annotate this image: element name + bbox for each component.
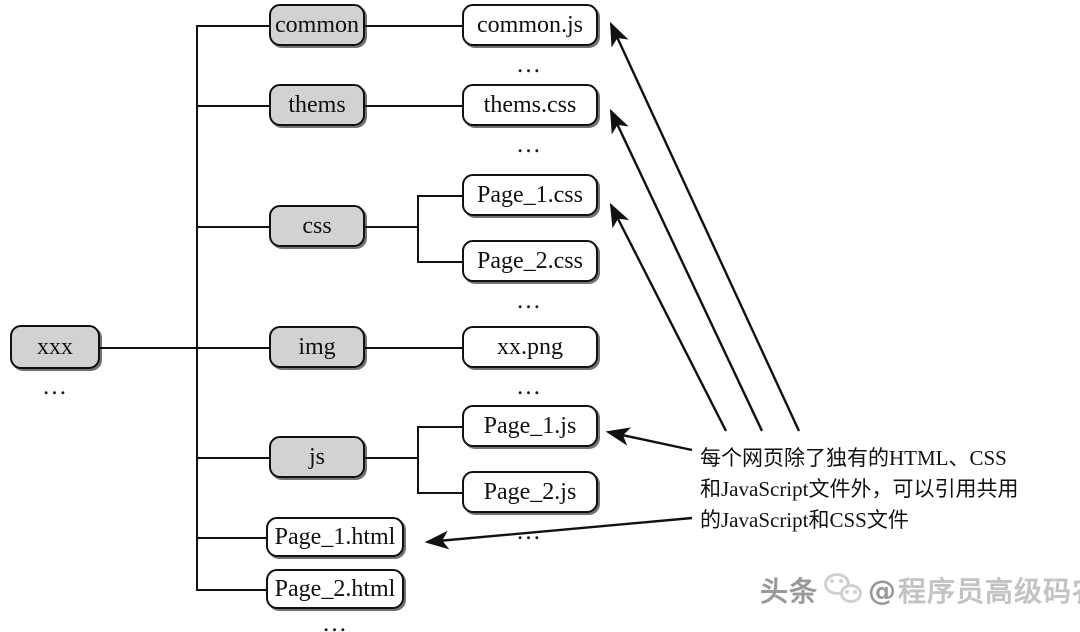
connector-trunk-css	[196, 226, 270, 228]
arrow-to-common-js	[609, 21, 801, 432]
node-label: Page_2.html	[274, 576, 396, 602]
connector-js-stem	[365, 457, 419, 459]
connector-trunk-thems	[196, 105, 270, 107]
node-label: common	[275, 12, 359, 38]
arrow-to-thems-css	[609, 108, 764, 432]
watermark: 头条 @ 程序员高级码农 II	[760, 570, 1080, 610]
node-label: Page_2.js	[483, 479, 577, 505]
arrow-to-page-1-js	[605, 427, 693, 452]
node-file-page-2-css[interactable]: Page_2.css	[462, 240, 598, 282]
connector-trunk-page2html	[196, 589, 266, 591]
node-folder-css[interactable]: css	[269, 205, 365, 247]
arrow-to-page-1-css	[609, 202, 728, 432]
node-label: Page_1.html	[274, 524, 396, 550]
ellipsis-xx-png: …	[516, 373, 543, 400]
node-file-xx-png[interactable]: xx.png	[462, 326, 598, 368]
node-label: thems.css	[483, 92, 577, 118]
watermark-prefix: 头条	[760, 575, 819, 608]
node-label: css	[302, 213, 332, 239]
connector-thems-themscss	[365, 105, 463, 107]
node-label: img	[298, 334, 336, 360]
ellipsis-common-js: …	[516, 51, 543, 78]
connector-trunk-js	[196, 457, 270, 459]
ellipsis-page-2-css: …	[516, 287, 543, 314]
wechat-logo-icon	[824, 573, 866, 607]
node-file-page-1-css[interactable]: Page_1.css	[462, 174, 598, 216]
node-label: Page_1.css	[477, 182, 583, 208]
ellipsis-page-2-js: …	[516, 518, 543, 545]
node-folder-thems[interactable]: thems	[269, 84, 365, 126]
node-folder-common[interactable]: common	[269, 4, 365, 46]
connector-css-split-vertical	[417, 195, 419, 263]
connector-css-page1css	[417, 195, 463, 197]
node-folder-img[interactable]: img	[269, 326, 365, 368]
connector-trunk-common	[196, 25, 270, 27]
node-folder-js[interactable]: js	[269, 436, 365, 478]
connector-js-split-vertical	[417, 426, 419, 494]
annotation-line-2: 和JavaScript文件外，可以引用共用	[700, 477, 1019, 501]
annotation-line-3: 的JavaScript和CSS文件	[700, 508, 909, 532]
annotation-line-1: 每个网页除了独有的HTML、CSS	[700, 446, 1007, 470]
ellipsis-thems-css: …	[516, 131, 543, 158]
diagram-canvas: xxx … common thems css img js common.js …	[0, 0, 1080, 632]
node-label: js	[308, 444, 325, 470]
connector-trunk-img	[196, 347, 270, 349]
connector-trunk-page1html	[196, 537, 266, 539]
connector-img-xxpng	[365, 347, 463, 349]
watermark-at: @	[868, 573, 898, 607]
connector-js-page1js	[417, 426, 463, 428]
node-label: Page_2.css	[477, 248, 583, 274]
node-label: Page_1.js	[483, 413, 577, 439]
connector-root-to-trunk	[100, 347, 198, 349]
ellipsis-page-2-html: …	[322, 610, 349, 632]
connector-js-page2js	[417, 492, 463, 494]
connector-trunk-vertical	[196, 25, 198, 591]
connector-css-stem	[365, 226, 419, 228]
node-file-thems-css[interactable]: thems.css	[462, 84, 598, 126]
annotation-text: 每个网页除了独有的HTML、CSS 和JavaScript文件外，可以引用共用 …	[700, 443, 1070, 536]
node-label: thems	[288, 92, 346, 118]
node-label: xx.png	[497, 334, 563, 360]
node-file-page-1-js[interactable]: Page_1.js	[462, 405, 598, 447]
node-label: common.js	[477, 12, 583, 38]
node-file-page-1-html[interactable]: Page_1.html	[266, 517, 404, 557]
node-label: xxx	[37, 334, 73, 360]
node-file-page-2-js[interactable]: Page_2.js	[462, 471, 598, 513]
watermark-account: 程序员高级码农	[898, 575, 1080, 608]
connector-common-commonjs	[365, 25, 463, 27]
connector-css-page2css	[417, 261, 463, 263]
node-file-page-2-html[interactable]: Page_2.html	[266, 569, 404, 609]
node-root-xxx[interactable]: xxx	[10, 325, 100, 369]
root-ellipsis: …	[42, 373, 69, 400]
node-file-common-js[interactable]: common.js	[462, 4, 598, 46]
arrow-to-page-1-html	[424, 516, 693, 550]
